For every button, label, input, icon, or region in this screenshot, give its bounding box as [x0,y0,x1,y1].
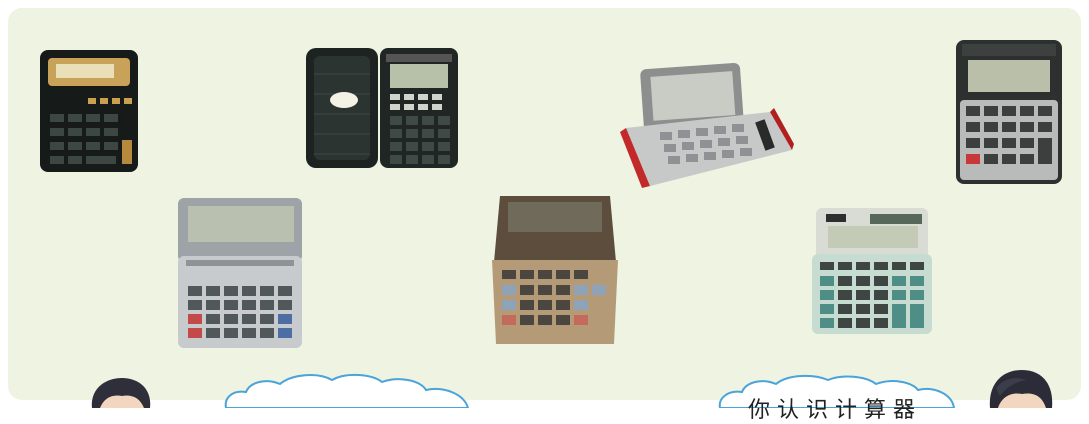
calculator-bronze-folding [492,196,618,344]
calculator-scientific-case [306,48,458,168]
calculator-grey-desk [956,40,1062,184]
kid-right-head [989,370,1053,408]
calculator-silver-red [620,62,794,188]
speech-bubble-left [224,374,470,408]
kid-left-head [91,378,151,408]
calculator-green-desk [812,208,932,334]
speech-bubble-right-text: 你 认 识 计 算 器 [748,398,915,423]
calculator-black-gold [40,50,138,172]
calculator-silver-folding [178,198,302,348]
